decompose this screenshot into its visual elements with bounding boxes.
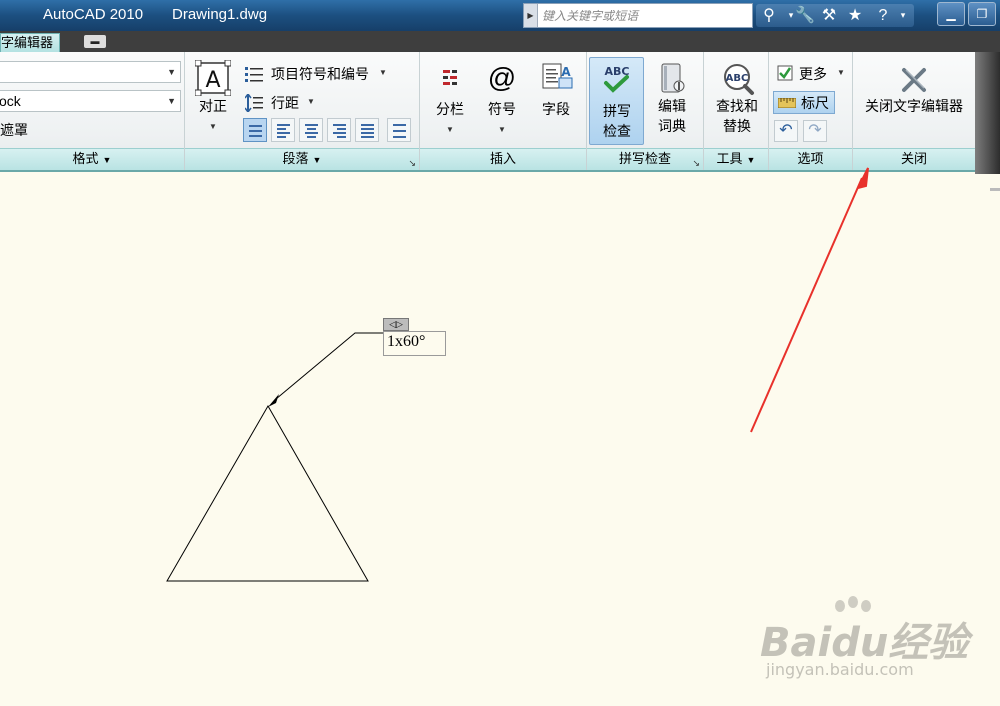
- infocenter-toolbar: ⚲ ▾ 🔧 ⚒ ★ ? ▾: [756, 4, 914, 27]
- more-button[interactable]: 更多 ▼: [777, 64, 849, 84]
- panel-options: 更多 ▼ 标尺 ↶ ↷ 选项: [769, 52, 853, 170]
- checkbox-checked-icon: [777, 65, 793, 81]
- spell-check-button[interactable]: ABC 拼写 检查: [589, 57, 644, 145]
- mtext-resize-handle[interactable]: ◁▷: [383, 318, 409, 331]
- panel-format: ▼ ock ▼ 遮罩 格式 ▼: [0, 52, 185, 170]
- svg-text:A: A: [561, 65, 571, 79]
- chevron-down-icon: ▼: [379, 68, 387, 77]
- panel-footer-format[interactable]: 格式 ▼: [0, 148, 184, 170]
- ruler-toggle[interactable]: 标尺: [773, 91, 835, 114]
- paragraph-default-button[interactable]: [243, 118, 267, 142]
- columns-icon: [443, 70, 457, 85]
- panel-paragraph: A 对正 ▼ 项目符号和编号 ▼ 行距 ▼ 段落 ▼ ↘: [185, 52, 420, 170]
- autocad-window: AutoCAD 2010 Drawing1.dwg ▶ ⚲ ▾ 🔧 ⚒ ★ ? …: [0, 0, 1000, 706]
- panel-footer-options: 选项: [769, 148, 852, 170]
- find-replace-button[interactable]: ABC 查找和 替换: [710, 62, 764, 136]
- justification-button[interactable]: A 对正 ▼: [193, 60, 233, 132]
- help-dropdown-icon[interactable]: ▾: [892, 5, 914, 26]
- panel-footer-insert: 插入: [420, 148, 586, 170]
- chevron-down-icon: ▼: [498, 125, 506, 134]
- favorites-star-icon[interactable]: ★: [844, 5, 866, 26]
- ribbon-tab-strip: 文字编辑器 ▬: [0, 31, 1000, 52]
- svg-text:ABC: ABC: [726, 73, 749, 84]
- line-spacing-button[interactable]: 行距 ▼: [245, 93, 325, 113]
- panel-footer-spell-check[interactable]: 拼写检查 ↘: [587, 148, 703, 170]
- field-button[interactable]: A 字段: [536, 62, 576, 119]
- chevron-down-icon: ▼: [209, 122, 217, 131]
- restore-button[interactable]: ❐: [968, 2, 996, 26]
- binoculars-icon[interactable]: ⚲: [758, 5, 780, 26]
- title-bar: AutoCAD 2010 Drawing1.dwg ▶ ⚲ ▾ 🔧 ⚒ ★ ? …: [0, 0, 1000, 31]
- chevron-down-icon: ▼: [446, 125, 454, 134]
- columns-button[interactable]: 分栏 ▼: [430, 64, 470, 135]
- justify-button[interactable]: [355, 118, 379, 142]
- wrench-icon[interactable]: 🔧: [794, 5, 816, 26]
- font-dropdown[interactable]: ▼: [0, 61, 181, 83]
- dialog-launcher-icon[interactable]: ↘: [692, 153, 700, 173]
- ribbon-edge-shadow: [975, 52, 1000, 174]
- symbol-button[interactable]: @ 符号 ▼: [482, 62, 522, 135]
- search-input[interactable]: [542, 7, 750, 25]
- bullets-list-icon: [245, 67, 263, 82]
- justify-a-icon: A: [195, 60, 231, 96]
- watermark-url: jingyan.baidu.com: [766, 660, 914, 679]
- panel-tools: ABC 查找和 替换 工具 ▼: [704, 52, 769, 170]
- undo-icon[interactable]: ↶: [774, 120, 798, 142]
- color-dropdown[interactable]: ock ▼: [0, 90, 181, 112]
- ruler-icon: [778, 98, 796, 108]
- chevron-down-icon: ▼: [167, 96, 176, 106]
- bullets-numbering-button[interactable]: 项目符号和编号 ▼: [245, 64, 405, 84]
- subscription-icon[interactable]: ⚒: [818, 5, 840, 26]
- file-title: Drawing1.dwg: [172, 6, 268, 23]
- mtext-editor[interactable]: 1x60°: [383, 331, 446, 356]
- panel-close: 关闭文字编辑器 关闭: [853, 52, 975, 170]
- at-symbol-icon: @: [487, 62, 517, 93]
- panel-insert: 分栏 ▼ @ 符号 ▼ A 字段 插入: [420, 52, 587, 170]
- line-spacing-icon: [245, 94, 263, 112]
- align-center-button[interactable]: [299, 118, 323, 142]
- field-icon: A: [542, 63, 573, 89]
- search-expand-icon[interactable]: ▶: [524, 4, 538, 27]
- help-icon[interactable]: ?: [872, 5, 894, 26]
- background-mask-button[interactable]: 遮罩: [0, 120, 28, 140]
- tab-text-editor[interactable]: 文字编辑器: [0, 33, 60, 52]
- close-x-icon: [902, 68, 926, 92]
- find-replace-icon: ABC: [724, 64, 754, 95]
- align-right-button[interactable]: [327, 118, 351, 142]
- chevron-down-icon: ▼: [312, 155, 322, 165]
- app-title: AutoCAD 2010: [43, 6, 144, 23]
- infocenter-search[interactable]: ▶: [523, 3, 753, 28]
- chevron-down-icon: ▼: [746, 155, 756, 165]
- redo-icon[interactable]: ↷: [803, 120, 827, 142]
- dialog-launcher-icon[interactable]: ↘: [408, 153, 416, 173]
- chevron-down-icon: ▼: [167, 67, 176, 77]
- svg-text:A: A: [205, 68, 220, 93]
- minimize-button[interactable]: ▁: [937, 2, 965, 26]
- panel-footer-paragraph[interactable]: 段落 ▼ ↘: [185, 148, 419, 170]
- spell-check-icon: ABC: [604, 65, 629, 93]
- chevron-down-icon: ▼: [102, 155, 112, 165]
- edit-dictionaries-button[interactable]: 编辑 词典: [652, 62, 692, 136]
- paw-dot: [848, 596, 858, 608]
- dictionary-book-icon: [661, 63, 685, 93]
- chevron-down-icon: ▼: [837, 68, 845, 77]
- close-text-editor-button[interactable]: 关闭文字编辑器: [857, 62, 971, 116]
- align-left-button[interactable]: [271, 118, 295, 142]
- mtext-content[interactable]: 1x60°: [387, 333, 425, 351]
- ribbon-minimize-toggle[interactable]: ▬: [84, 35, 106, 48]
- ribbon: ▼ ock ▼ 遮罩 格式 ▼ A 对正 ▼ 项目符号和编号 ▼ 行距 ▼ 段落…: [0, 52, 975, 172]
- panel-footer-close: 关闭: [853, 148, 975, 170]
- chevron-down-icon: ▼: [307, 97, 315, 106]
- panel-footer-tools[interactable]: 工具 ▼: [704, 148, 768, 170]
- distribute-button[interactable]: [387, 118, 411, 142]
